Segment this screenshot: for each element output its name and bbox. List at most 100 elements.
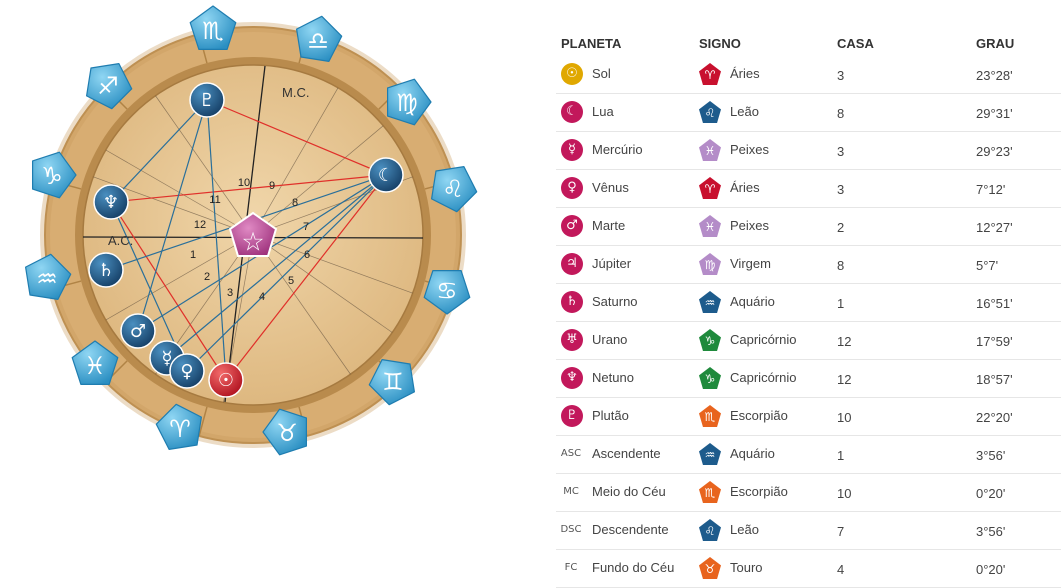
- sign-icon: ♒: [699, 443, 721, 465]
- aries-icon: ♈: [169, 415, 191, 443]
- planet-name: Vênus: [592, 180, 629, 195]
- table-row: FC Fundo do Céu ♉ Touro 4 0°20': [556, 550, 1061, 588]
- sign-icon: ♏: [699, 481, 721, 503]
- table-row: ♇ Plutão ♏ Escorpião 10 22°20': [556, 398, 1061, 436]
- planet-saturn-marker[interactable]: ♄: [88, 252, 124, 288]
- planet-icon: ♃: [561, 253, 583, 275]
- degree-value: 3°56': [976, 448, 1006, 463]
- house-value: 8: [837, 106, 845, 121]
- sign-name: Touro: [730, 560, 763, 575]
- planet-neptune-marker[interactable]: ♆: [93, 184, 129, 220]
- planet-name: Mercúrio: [592, 142, 643, 157]
- table-row: ☿ Mercúrio ♓ Peixes 3 29°23': [556, 132, 1061, 170]
- header-sign: SIGNO: [699, 36, 741, 51]
- planet-name: Descendente: [592, 522, 669, 537]
- degree-value: 29°31': [976, 106, 1013, 121]
- libra-icon: ♎: [307, 27, 329, 55]
- planet-icon: ♆: [561, 367, 583, 389]
- sign-name: Peixes: [730, 142, 770, 157]
- planet-icon: FC: [564, 562, 578, 573]
- planet-name: Saturno: [592, 294, 638, 309]
- degree-value: 5°7': [976, 258, 999, 273]
- venus-icon: ♀: [180, 361, 193, 382]
- cancer-icon: ♋: [436, 277, 458, 305]
- sign-name: Aquário: [730, 446, 775, 461]
- house-value: 3: [837, 68, 845, 83]
- house-number: 6: [304, 249, 310, 261]
- planet-sun-marker[interactable]: ☉: [208, 362, 244, 398]
- header-degree: GRAU: [976, 36, 1015, 51]
- degree-value: 17°59': [976, 334, 1013, 349]
- sign-scorpio-marker[interactable]: ♏: [189, 5, 237, 51]
- table-row: ♅ Urano ♑ Capricórnio 12 17°59': [556, 322, 1061, 360]
- sun-icon: ☉: [218, 370, 234, 391]
- planet-name: Lua: [592, 104, 614, 119]
- pisces-icon: ♓: [84, 352, 106, 380]
- planet-name: Meio do Céu: [592, 484, 666, 499]
- planet-name: Fundo do Céu: [592, 560, 675, 575]
- pluto-icon: ♇: [199, 90, 215, 111]
- house-value: 8: [837, 258, 845, 273]
- scorpio-icon: ♏: [202, 17, 224, 45]
- house-number: 9: [269, 180, 275, 192]
- table-row: ♂ Marte ♓ Peixes 2 12°27': [556, 208, 1061, 246]
- house-number: 2: [204, 271, 210, 283]
- pentagram-icon: ☆: [241, 228, 264, 258]
- degree-value: 29°23': [976, 144, 1013, 159]
- table-row: ☾ Lua ♌ Leão 8 29°31': [556, 94, 1061, 132]
- house-number: 1: [190, 249, 196, 261]
- planet-table: PLANETA SIGNO CASA GRAU ☉ Sol ♈ Áries 3 23°28…: [556, 30, 1061, 588]
- planet-moon-marker[interactable]: ☾: [368, 157, 404, 193]
- sign-name: Capricórnio: [730, 370, 797, 385]
- sign-icon: ♈: [699, 177, 721, 199]
- planet-icon: ♀: [561, 177, 583, 199]
- planet-name: Netuno: [592, 370, 634, 385]
- planet-name: Sol: [592, 66, 611, 81]
- degree-value: 0°20': [976, 486, 1006, 501]
- house-number: 4: [259, 291, 265, 303]
- sign-name: Peixes: [730, 218, 770, 233]
- house-value: 10: [837, 486, 852, 501]
- sign-name: Leão: [730, 104, 759, 119]
- sign-icon: ♌: [699, 101, 721, 123]
- house-value: 4: [837, 562, 845, 577]
- capricorn-icon: ♑: [41, 162, 63, 190]
- house-value: 7: [837, 524, 845, 539]
- planet-name: Plutão: [592, 408, 629, 423]
- house-value: 1: [837, 448, 845, 463]
- sign-name: Áries: [730, 180, 760, 195]
- sagittarius-icon: ♐: [97, 72, 119, 100]
- planet-venus-marker[interactable]: ♀: [169, 353, 205, 389]
- header-planet: PLANETA: [561, 36, 622, 51]
- table-row: ♆ Netuno ♑ Capricórnio 12 18°57': [556, 360, 1061, 398]
- planet-pluto-marker[interactable]: ♇: [189, 82, 225, 118]
- mc-label: M.C.: [282, 85, 309, 100]
- degree-value: 3°56': [976, 524, 1006, 539]
- neptune-icon: ♆: [103, 192, 119, 213]
- planet-icon: ♂: [561, 215, 583, 237]
- sign-icon: ♍: [699, 253, 721, 275]
- leo-icon: ♌: [442, 175, 464, 203]
- aquarius-icon: ♒: [36, 265, 58, 293]
- virgo-icon: ♍: [396, 89, 418, 117]
- house-value: 2: [837, 220, 845, 235]
- degree-value: 23°28': [976, 68, 1013, 83]
- planet-icon: ♄: [561, 291, 583, 313]
- saturn-icon: ♄: [98, 260, 114, 281]
- astrology-chart: 1 2 3 4 5 6 7 8 9 10 11 12 M.C. A.C. ♏ ♎ ♍ ♌ ♋ ♊ ♉ ♈ ♓ ♒ ♑ ♐ ♇…: [0, 0, 540, 583]
- planet-mars-marker[interactable]: ♂: [120, 313, 156, 349]
- degree-value: 0°20': [976, 562, 1006, 577]
- degree-value: 22°20': [976, 410, 1013, 425]
- table-row: DSC Descendente ♌ Leão 7 3°56': [556, 512, 1061, 550]
- table-body: ☉ Sol ♈ Áries 3 23°28' ☾ Lua ♌ Leão 8 29°31' ☿ Mercúr…: [556, 56, 1061, 588]
- planet-icon: ♅: [561, 329, 583, 351]
- sign-name: Virgem: [730, 256, 771, 271]
- sign-name: Escorpião: [730, 408, 788, 423]
- planet-icon: ♇: [561, 405, 583, 427]
- house-number: 7: [303, 221, 309, 233]
- table-row: ASC Ascendente ♒ Aquário 1 3°56': [556, 436, 1061, 474]
- house-number: 3: [227, 287, 233, 299]
- sign-name: Escorpião: [730, 484, 788, 499]
- table-row: MC Meio do Céu ♏ Escorpião 10 0°20': [556, 474, 1061, 512]
- sign-icon: ♑: [699, 367, 721, 389]
